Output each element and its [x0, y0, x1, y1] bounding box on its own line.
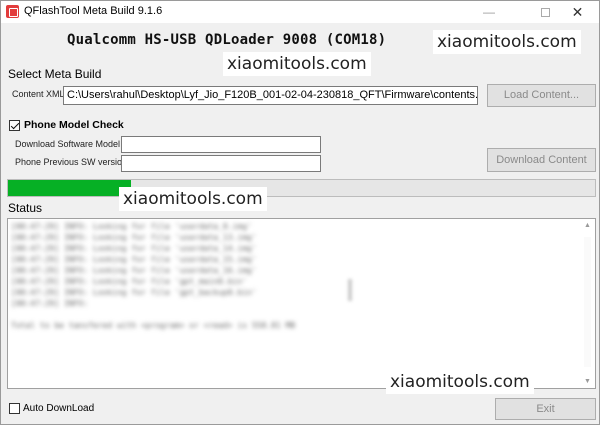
progress-bar-fill [8, 180, 132, 196]
status-heading: Status [8, 201, 43, 215]
content-xml-path-field[interactable]: C:\Users\rahul\Desktop\Lyf_Jio_F120B_001… [63, 86, 478, 105]
auto-download-label: Auto DownLoad [23, 403, 95, 414]
watermark-text: xiaomitools.com [386, 370, 534, 394]
load-content-button[interactable]: Load Content... [487, 84, 596, 107]
select-meta-build-heading: Select Meta Build [8, 67, 102, 81]
progress-bar [7, 179, 596, 197]
scroll-thumb[interactable] [584, 237, 591, 367]
status-log-line: [00:47:29] INFO: Looking for file 'userd… [11, 244, 257, 253]
status-log-line: [00:47:29] INFO: Looking for file 'gpt_b… [11, 288, 257, 297]
download-content-button[interactable]: Download Content [487, 148, 596, 172]
content-xml-label: Content XML [12, 89, 65, 99]
exit-button[interactable]: Exit [495, 398, 596, 420]
minimize-button[interactable]: — [467, 1, 511, 23]
download-software-model-label: Download Software Model : [15, 139, 126, 149]
title-bar: QFlashTool Meta Build 9.1.6 — ✕ [1, 1, 599, 23]
close-button[interactable]: ✕ [556, 1, 599, 23]
status-log-line: [00:47:29] INFO: Looking for file 'userd… [11, 255, 257, 264]
status-log-line: [00:47:29] INFO: Looking for file 'userd… [11, 266, 257, 275]
status-log-line: [00:47:29] INFO: Looking for file 'userd… [11, 222, 252, 231]
download-software-model-field[interactable] [121, 136, 321, 153]
watermark-text: xiaomitools.com [119, 187, 267, 211]
status-scrollbar[interactable]: ▲ ▼ [581, 219, 595, 388]
auto-download-checkbox[interactable] [9, 403, 20, 414]
status-log[interactable]: ▲ ▼ [00:47:29] INFO: Looking for file 'u… [7, 218, 596, 389]
phone-model-check-checkbox[interactable] [9, 120, 20, 131]
status-log-line: [00:47:29] INFO: Looking for file 'gpt_m… [11, 277, 248, 286]
phone-previous-sw-field[interactable] [121, 155, 321, 172]
watermark-text: xiaomitools.com [433, 30, 581, 54]
connected-device-label: Qualcomm HS-USB QDLoader 9008 (COM18) [67, 32, 387, 48]
qflashtool-window: QFlashTool Meta Build 9.1.6 — ✕ Qualcomm… [0, 0, 600, 425]
scroll-down-icon[interactable]: ▼ [584, 378, 591, 385]
log-artifact [348, 279, 352, 301]
status-log-line: [00:47:29] INFO: [11, 299, 89, 308]
scroll-up-icon[interactable]: ▲ [584, 222, 591, 229]
maximize-icon [540, 8, 550, 18]
phone-model-check-label: Phone Model Check [24, 119, 124, 131]
status-log-line: [00:47:29] INFO: Looking for file 'userd… [11, 233, 257, 242]
phone-previous-sw-label: Phone Previous SW version [15, 157, 128, 167]
watermark-text: xiaomitools.com [223, 52, 371, 76]
app-icon [6, 5, 19, 18]
window-title: QFlashTool Meta Build 9.1.6 [24, 5, 163, 17]
status-log-line: Total to be tansfered with <program> or … [11, 321, 296, 330]
